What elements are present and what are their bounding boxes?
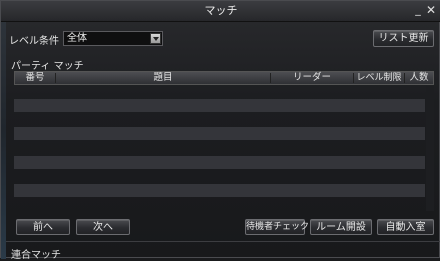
table-header: 番号 題目 リーダー レベル制限 人数 (14, 71, 434, 85)
minimize-icon[interactable]: _ (412, 4, 424, 16)
list-scrollbar[interactable] (426, 86, 434, 211)
column-header-level-limit[interactable]: レベル制限 (354, 72, 404, 84)
next-page-button[interactable]: 次へ (76, 219, 130, 235)
level-filter-label: レベル条件 (9, 36, 59, 47)
table-row[interactable] (14, 156, 425, 169)
party-match-list[interactable] (14, 86, 425, 211)
waiting-check-button[interactable]: 待機者チェック (245, 219, 309, 235)
column-header-members[interactable]: 人数 (405, 72, 433, 84)
table-row[interactable] (14, 99, 425, 112)
column-header-leader[interactable]: リーダー (271, 72, 353, 84)
level-filter-dropdown[interactable]: 全体 (63, 31, 163, 46)
column-header-title[interactable]: 題目 (56, 72, 270, 84)
auto-enter-button[interactable]: 自動入室 (377, 219, 434, 235)
close-icon[interactable]: ✕ (425, 4, 437, 16)
match-window: マッチ _ ✕ レベル条件 全体 リスト更新 パーティ マッチ 番号 題目 リー… (0, 0, 440, 261)
table-row[interactable] (14, 184, 425, 197)
table-row[interactable] (14, 127, 425, 140)
union-match-title: 連合マッチ (11, 250, 61, 261)
column-header-number[interactable]: 番号 (17, 72, 53, 84)
title-bar[interactable]: マッチ (1, 1, 440, 22)
prev-page-button[interactable]: 前へ (16, 219, 70, 235)
level-filter-value: 全体 (67, 33, 87, 44)
section-divider (6, 241, 440, 242)
party-match-title: パーティ マッチ (11, 61, 84, 72)
window-left-edge (1, 1, 6, 259)
list-refresh-button[interactable]: リスト更新 (373, 30, 434, 47)
room-open-button[interactable]: ルーム開設 (310, 219, 372, 235)
window-title: マッチ (204, 4, 238, 17)
chevron-down-icon[interactable] (150, 33, 161, 44)
